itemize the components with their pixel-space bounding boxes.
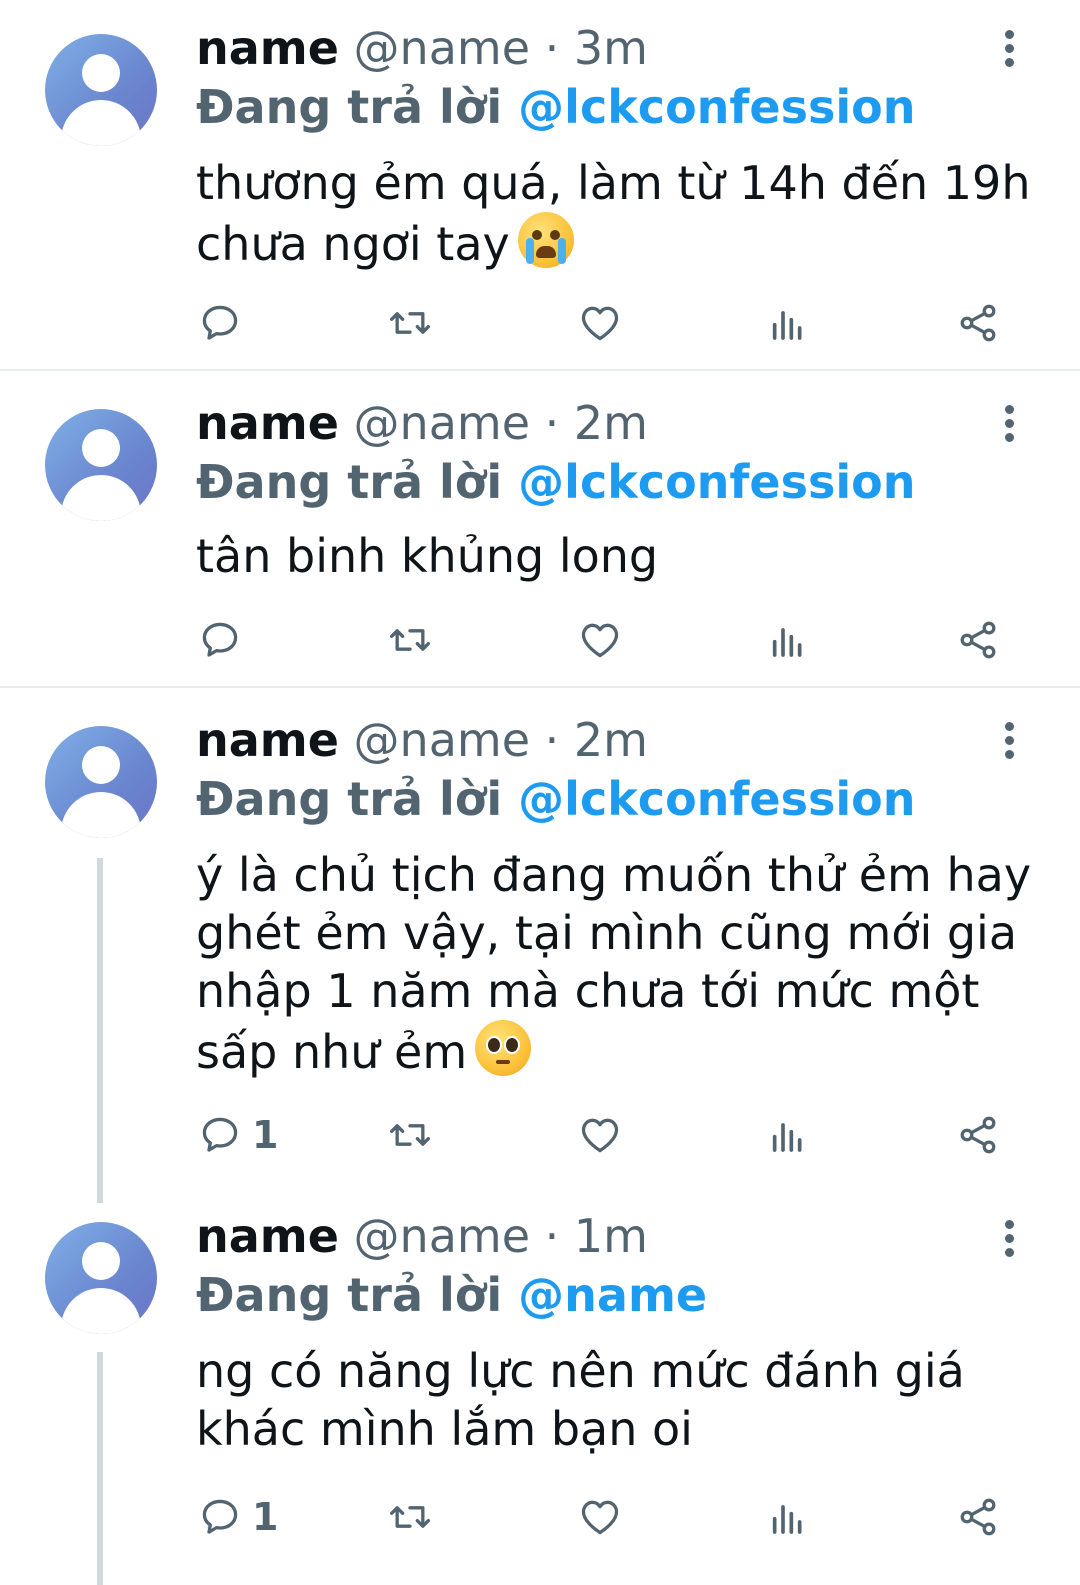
views-button[interactable] [768, 1110, 808, 1160]
retweet-button[interactable] [386, 1492, 434, 1542]
reply-mention-link[interactable]: @name [518, 1268, 707, 1322]
like-icon [581, 1500, 619, 1535]
reply-count: 1 [252, 1113, 279, 1157]
share-button[interactable] [956, 1110, 1000, 1160]
reply-icon [202, 1499, 238, 1534]
like-button[interactable] [578, 1110, 622, 1160]
replying-to-label: Đang trả lời [196, 772, 503, 826]
share-icon [960, 1498, 996, 1536]
divider [0, 369, 1080, 371]
avatar[interactable] [45, 409, 157, 521]
retweet-icon [390, 1124, 430, 1146]
thread-connector-line [97, 1352, 103, 1585]
avatar[interactable] [45, 1222, 157, 1334]
more-options-icon[interactable] [1000, 1216, 1020, 1260]
author-name[interactable]: name [196, 1209, 339, 1263]
loudly-crying-face-emoji [517, 212, 574, 268]
author-meta: @name · 2m [353, 713, 648, 767]
thread-connector-line [97, 858, 103, 1203]
author-meta: @name · 2m [353, 396, 648, 450]
like-button[interactable] [578, 1492, 622, 1542]
retweet-icon [390, 629, 430, 651]
reply-mention-link[interactable]: @lckconfession [518, 772, 915, 826]
views-button[interactable] [768, 1492, 808, 1542]
author-name[interactable]: name [196, 21, 339, 75]
like-button[interactable] [578, 615, 622, 665]
retweet-icon [390, 312, 430, 334]
more-options-icon[interactable] [1000, 718, 1020, 762]
divider [0, 686, 1080, 688]
views-icon [772, 1123, 802, 1152]
retweet-button[interactable] [386, 1110, 434, 1160]
reply-button[interactable] [198, 615, 252, 665]
tweet-actions: 1 [190, 1492, 1010, 1542]
like-icon [581, 1118, 619, 1153]
reply-icon [202, 622, 238, 657]
author-meta: @name · 1m [353, 1209, 648, 1263]
reply-button[interactable]: 1 [198, 1492, 278, 1542]
reply-count: 1 [252, 1495, 279, 1539]
retweet-button[interactable] [386, 615, 434, 665]
share-icon [960, 1116, 996, 1154]
reply-icon [202, 1117, 238, 1152]
share-icon [960, 304, 996, 342]
replying-to-label: Đang trả lời [196, 80, 503, 134]
reply-button[interactable]: 1 [198, 1110, 278, 1160]
views-icon [772, 311, 802, 340]
share-button[interactable] [956, 298, 1000, 348]
share-button[interactable] [956, 615, 1000, 665]
retweet-icon [390, 1506, 430, 1528]
like-icon [581, 623, 619, 658]
replying-to-label: Đang trả lời [196, 1268, 503, 1322]
views-button[interactable] [768, 298, 808, 348]
views-button[interactable] [768, 615, 808, 665]
more-options-icon[interactable] [1000, 401, 1020, 445]
tweet-actions [190, 615, 1010, 665]
tweet-text: thương ẻm quá, làm từ 14h đến 19h chưa n… [196, 156, 1031, 271]
tweet-text: tân binh khủng long [196, 529, 659, 583]
views-icon [772, 1505, 802, 1534]
more-options-icon[interactable] [1000, 26, 1020, 70]
reply-icon [202, 305, 238, 340]
author-name[interactable]: name [196, 396, 339, 450]
author-meta: @name · 3m [353, 21, 648, 75]
retweet-button[interactable] [386, 298, 434, 348]
share-button[interactable] [956, 1492, 1000, 1542]
author-name[interactable]: name [196, 713, 339, 767]
reply-mention-link[interactable]: @lckconfession [518, 80, 915, 134]
like-button[interactable] [578, 298, 622, 348]
reply-mention-link[interactable]: @lckconfession [518, 455, 915, 509]
replying-to-label: Đang trả lời [196, 455, 503, 509]
avatar[interactable] [45, 34, 157, 146]
pleading-face-emoji [475, 1020, 532, 1076]
tweet-text: ý là chủ tịch đang muốn thử ẻm hay ghét … [196, 848, 1032, 1079]
avatar[interactable] [45, 726, 157, 838]
like-icon [581, 306, 619, 341]
tweet-text: ng có năng lực nên mức đánh giá khác mìn… [196, 1344, 965, 1456]
share-icon [960, 621, 996, 659]
reply-button[interactable] [198, 298, 252, 348]
views-icon [772, 628, 802, 657]
tweet-actions: 1 [190, 1110, 1010, 1160]
tweet-actions [190, 298, 1010, 348]
